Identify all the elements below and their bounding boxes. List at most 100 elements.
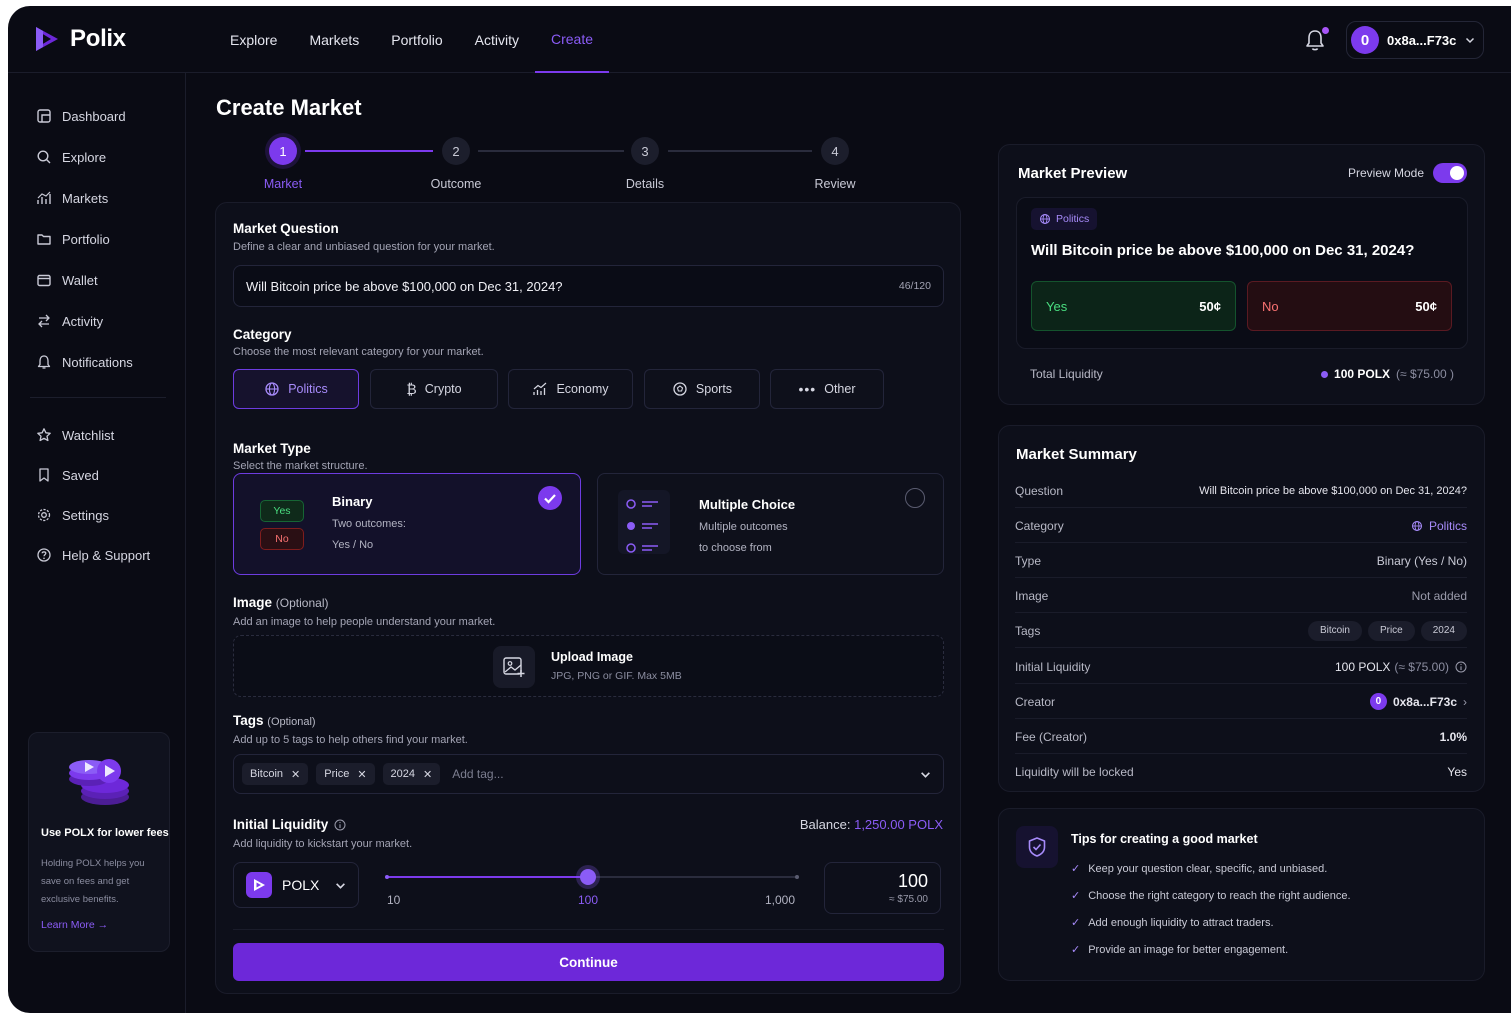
summary-value: 0x8a...F73c (1392, 694, 1457, 709)
notification-dot (1322, 27, 1329, 34)
step-4-circle[interactable]: 4 (821, 137, 849, 165)
char-count: 46/120 (898, 280, 931, 292)
category-sports[interactable]: Sports (644, 369, 760, 409)
multiple-desc-2: to choose from (699, 542, 772, 554)
tip-text: Provide an image for better engagement. (1088, 943, 1289, 956)
tags-input[interactable]: Bitcoin ✕ Price ✕ 2024 ✕ Add tag... (233, 754, 944, 794)
preview-yes-button[interactable]: Yes 50¢ (1031, 281, 1236, 331)
market-type-multiple[interactable]: Multiple Choice Multiple outcomes to cho… (597, 473, 944, 575)
summary-row-liquidity: Initial Liquidity 100 POLX (≈ $75.00) (1015, 650, 1467, 684)
balance-value: 1,250.00 POLX (854, 817, 943, 832)
summary-key: Image (1015, 588, 1049, 603)
token-select[interactable]: POLX (233, 862, 359, 908)
sidebar-item-settings[interactable]: Settings (36, 507, 109, 523)
category-other[interactable]: ••• Other (770, 369, 884, 409)
summary-value: Politics (1428, 518, 1467, 533)
tag-chip[interactable]: 2024 ✕ (382, 763, 441, 785)
tag-chip[interactable]: Price ✕ (316, 763, 375, 785)
nav-activity[interactable]: Activity (459, 6, 535, 73)
no-pill: No (260, 528, 304, 550)
bitcoin-icon: ₿ (406, 381, 417, 397)
preview-no-button[interactable]: No 50¢ (1247, 281, 1452, 331)
continue-button[interactable]: Continue (233, 943, 944, 981)
summary-category: Politics (1411, 519, 1467, 533)
preview-mode-toggle[interactable] (1433, 163, 1467, 183)
liquidity-amount-input[interactable]: 100 ≈ $75.00 (824, 862, 941, 914)
liquidity-slider[interactable] (385, 869, 799, 885)
sidebar-item-explore[interactable]: Explore (36, 149, 106, 165)
category-crypto[interactable]: ₿ Crypto (370, 369, 498, 409)
tags-sub: Add up to 5 tags to help others find you… (233, 734, 468, 746)
learn-more-link[interactable]: Learn More → (41, 919, 108, 931)
remove-tag-icon[interactable]: ✕ (423, 768, 432, 781)
sidebar-item-markets[interactable]: Markets (36, 190, 108, 206)
step-3-label: Details (625, 177, 665, 191)
summary-value: Binary (Yes / No) (1376, 553, 1467, 568)
sidebar-item-wallet[interactable]: Wallet (36, 272, 98, 288)
slider-thumb[interactable] (580, 869, 596, 885)
balance-label: Balance: (799, 817, 851, 832)
nav-markets[interactable]: Markets (293, 6, 375, 73)
nav-create[interactable]: Create (534, 6, 609, 73)
no-label: No (1262, 298, 1279, 314)
sidebar-item-watchlist[interactable]: Watchlist (36, 427, 114, 443)
bookmark-icon (39, 468, 49, 482)
step-1-circle[interactable]: 1 (269, 137, 297, 165)
radio-circle[interactable] (905, 488, 925, 508)
image-sub: Add an image to help people understand y… (233, 616, 496, 628)
upload-label: Upload Image (551, 650, 633, 664)
summary-liquidity: 100 POLX (≈ $75.00) (1335, 660, 1467, 674)
remove-tag-icon[interactable]: ✕ (291, 768, 300, 781)
tip-item: ✓ Choose the right category to reach the … (1071, 889, 1351, 903)
sidebar-item-notifications[interactable]: Notifications (36, 354, 133, 370)
tag-label: Bitcoin (250, 768, 284, 780)
tip-item: ✓ Add enough liquidity to attract traders… (1071, 916, 1274, 930)
sidebar-item-help[interactable]: Help & Support (36, 547, 150, 563)
summary-row-category: Category Politics (1015, 509, 1467, 543)
category-economy[interactable]: Economy (508, 369, 633, 409)
market-type-title: Market Type (233, 441, 311, 456)
help-icon (37, 548, 51, 562)
arrows-icon (38, 314, 50, 328)
category-label: Economy (556, 382, 609, 396)
preview-mode-label: Preview Mode (1348, 166, 1425, 180)
info-icon[interactable] (334, 819, 346, 831)
info-icon[interactable] (1455, 661, 1467, 673)
question-input[interactable]: Will Bitcoin price be above $100,000 on … (233, 265, 944, 307)
tag-chip[interactable]: Bitcoin ✕ (242, 763, 309, 785)
summary-creator[interactable]: 0 0x8a...F73c › (1369, 693, 1467, 710)
chevron-down-icon[interactable] (920, 769, 931, 780)
sidebar-item-dashboard[interactable]: Dashboard (36, 108, 126, 124)
wallet-menu-button[interactable]: 0 0x8a...F73c (1346, 21, 1484, 59)
step-2-circle[interactable]: 2 (442, 137, 470, 165)
step-connector (668, 150, 812, 152)
nav-explore[interactable]: Explore (214, 6, 293, 73)
sidebar-divider (30, 397, 166, 398)
tag-placeholder[interactable]: Add tag... (452, 767, 503, 781)
sidebar-item-portfolio[interactable]: Portfolio (36, 231, 110, 247)
list-options-icon (618, 490, 670, 554)
gear-icon (37, 508, 51, 522)
market-type-binary[interactable]: Yes No Binary Two outcomes: Yes / No (233, 473, 581, 575)
sidebar-item-activity[interactable]: Activity (36, 313, 103, 329)
slider-max-label: 1,000 (765, 893, 796, 907)
image-upload-dropzone[interactable]: Upload Image JPG, PNG or GIF. Max 5MB (233, 635, 944, 697)
sidebar-item-saved[interactable]: Saved (36, 467, 99, 483)
tip-text: Add enough liquidity to attract traders. (1088, 916, 1274, 929)
category-politics[interactable]: Politics (233, 369, 359, 409)
preview-category-badge: Politics (1031, 208, 1098, 230)
sidebar-item-label: Notifications (62, 354, 133, 370)
logo[interactable]: Polix (32, 24, 126, 54)
yes-pill: Yes (260, 500, 304, 522)
remove-tag-icon[interactable]: ✕ (357, 768, 366, 781)
nav-portfolio[interactable]: Portfolio (375, 6, 458, 73)
page-title: Create Market (216, 95, 362, 120)
liquidity-amount: 100 (897, 871, 928, 891)
step-connector (478, 150, 624, 152)
category-label: Sports (695, 382, 733, 396)
promo-title: Use POLX for lower fees (41, 827, 169, 839)
step-3-circle[interactable]: 3 (631, 137, 659, 165)
liquidity-title: Initial Liquidity (233, 817, 346, 832)
sidebar-item-label: Help & Support (62, 547, 151, 563)
summary-row-tags: Tags Bitcoin Price 2024 (1015, 614, 1467, 648)
